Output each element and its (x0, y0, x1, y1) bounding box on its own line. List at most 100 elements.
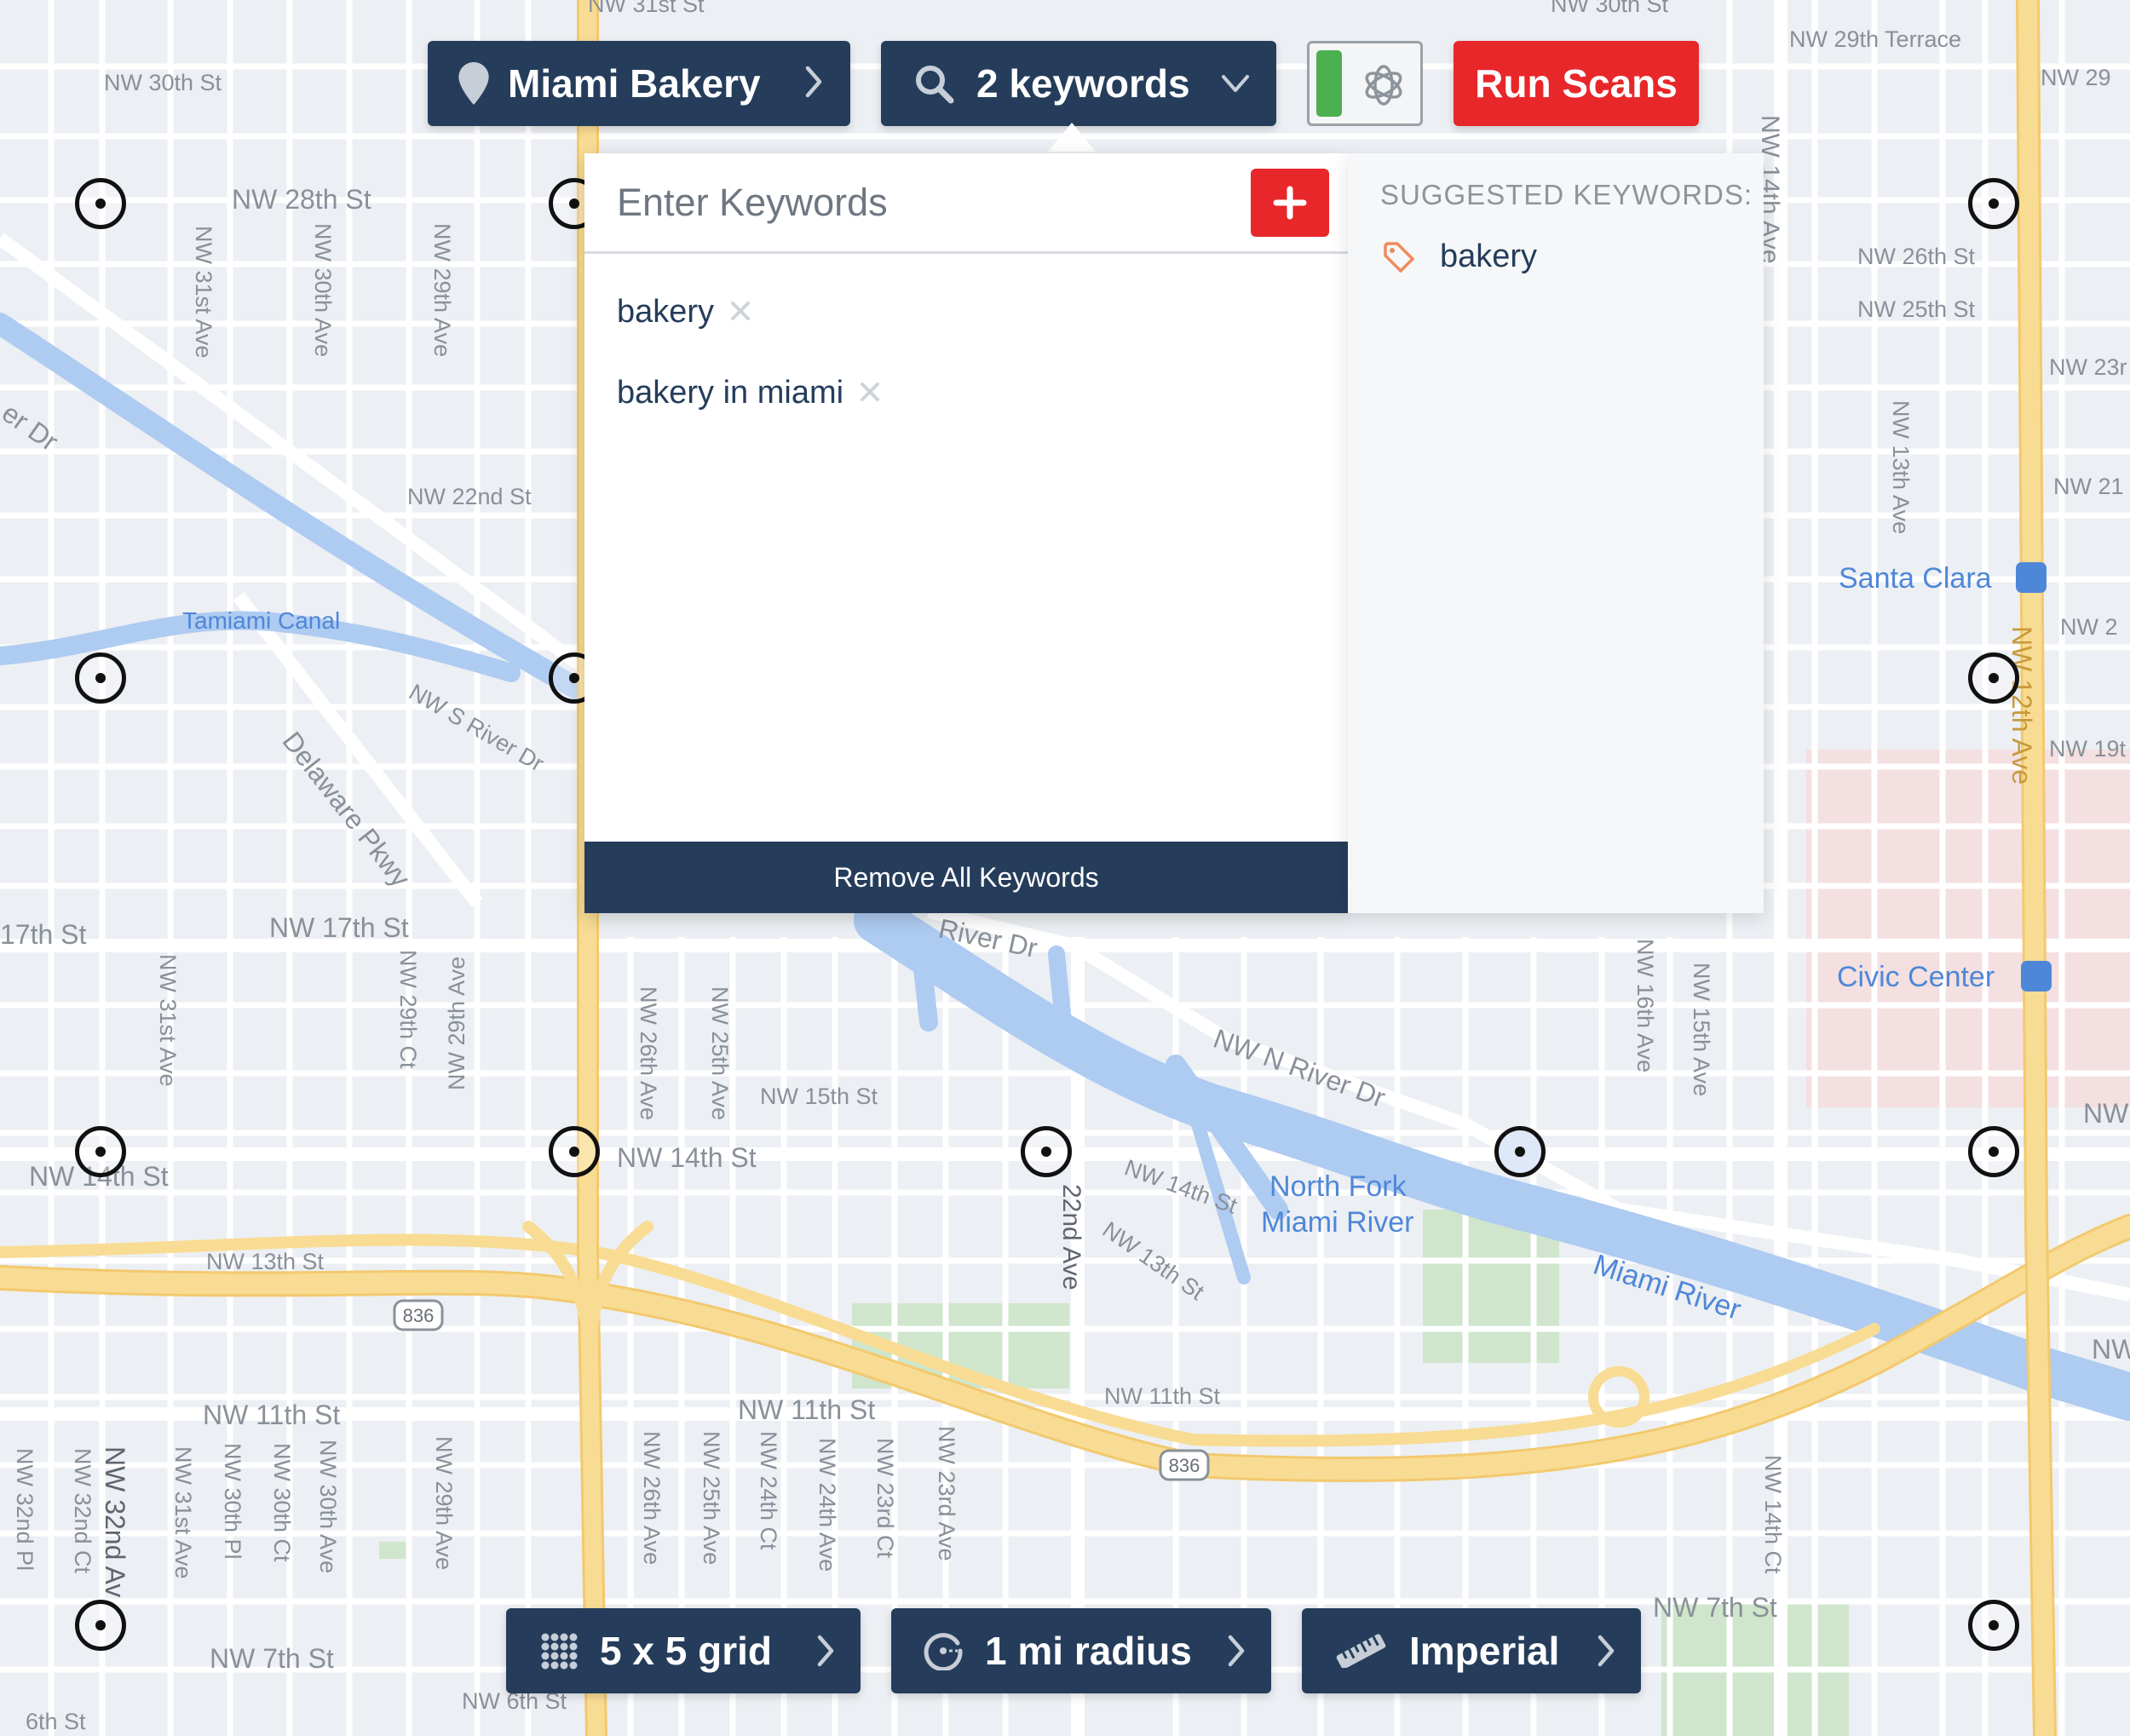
grid-point[interactable] (75, 652, 126, 704)
highway-shield-text: 836 (403, 1305, 435, 1326)
grid-point[interactable] (1494, 1126, 1546, 1177)
water-label: Miami River (1261, 1206, 1413, 1239)
street-label: NW 15th Ave (1689, 963, 1714, 1096)
street-label: 6th St (26, 1709, 86, 1734)
water-label: Tamiami Canal (182, 607, 340, 634)
suggested-keyword-text: bakery (1440, 239, 1538, 274)
street-label: NW 31st St (588, 0, 705, 17)
transit-label: Civic Center (1837, 961, 1995, 993)
street-label: NW 13th Ave (1888, 400, 1914, 534)
keyword-item: bakery in miami (617, 375, 881, 411)
street-label: NW 16th Ave (1632, 939, 1658, 1072)
street-label: NW 31st Ave (170, 1446, 196, 1579)
street-label: NW 29th Ct (395, 950, 421, 1069)
street-label: NW 30th Ct (269, 1443, 295, 1562)
suggested-keyword-item[interactable]: bakery (1382, 239, 1537, 275)
remove-all-keywords-button[interactable]: Remove All Keywords (584, 842, 1348, 913)
highway-shield-text: 836 (1169, 1455, 1200, 1476)
add-keyword-button[interactable] (1251, 169, 1329, 237)
chevron-right-icon (1227, 1634, 1246, 1668)
keywords-button[interactable]: 2 keywords (881, 41, 1276, 126)
street-label: NW 23rd Ct (872, 1438, 898, 1559)
dropdown-pointer (1048, 123, 1096, 152)
keyword-text: bakery (617, 294, 715, 330)
street-label: NW 30th Ave (315, 1440, 341, 1573)
run-scans-button[interactable]: Run Scans (1454, 41, 1699, 126)
street-label: NW 2 (2060, 614, 2118, 640)
keyword-input-row (584, 153, 1348, 254)
street-label: NW 7th St (1653, 1592, 1777, 1623)
grid-point[interactable] (1968, 1126, 2019, 1177)
grid-point[interactable] (1968, 1600, 2019, 1651)
street-label: NW 11th St (1104, 1383, 1221, 1409)
chevron-right-icon (1597, 1634, 1615, 1668)
street-label: NW 29th Ave (444, 957, 469, 1090)
street-label: NW 32nd Pl (12, 1448, 37, 1571)
run-scans-label: Run Scans (1475, 61, 1678, 106)
radius-button[interactable]: 1 mi radius (891, 1608, 1271, 1693)
water-label: North Fork (1269, 1170, 1408, 1203)
street-label: NW 26th Ave (636, 986, 661, 1120)
ai-toggle[interactable] (1307, 41, 1423, 126)
units-button[interactable]: Imperial (1302, 1608, 1641, 1693)
street-label: NW 31st Ave (155, 954, 181, 1087)
suggested-keywords-panel: SUGGESTED KEYWORDS: bakery (1348, 153, 1764, 913)
keyword-input[interactable] (617, 180, 1213, 225)
street-label: NW 23rd Ave (934, 1426, 959, 1561)
location-button[interactable]: Miami Bakery (428, 41, 850, 126)
tag-icon (1382, 240, 1416, 274)
units-label: Imperial (1409, 1629, 1560, 1673)
chevron-down-icon (1220, 68, 1251, 99)
street-label: NW 24th Ct (756, 1431, 781, 1550)
street-label: NW (2092, 1334, 2130, 1365)
street-label: NW 28th St (232, 184, 371, 215)
grid-point[interactable] (1968, 178, 2019, 229)
grid-dots-icon (540, 1632, 578, 1670)
street-label: NW 11th St (203, 1400, 340, 1430)
street-label: NW 15th St (760, 1084, 878, 1109)
street-label: NW 25th Ave (699, 1431, 724, 1565)
street-label: NW 32nd Ct (70, 1448, 95, 1574)
street-label: NW 22nd St (407, 484, 532, 509)
street-label: NW 19t (2049, 736, 2127, 762)
toggle-on-indicator (1316, 50, 1342, 117)
openai-icon (1357, 59, 1410, 116)
map-pin-icon (458, 62, 489, 105)
grid-point[interactable] (75, 1600, 126, 1651)
grid-point[interactable] (1968, 652, 2019, 704)
street-label: NW 29th Terrace (1789, 26, 1961, 52)
grid-point[interactable] (75, 1126, 126, 1177)
transit-label: Santa Clara (1839, 562, 1992, 595)
street-label: NW 14th Ct (1760, 1455, 1786, 1574)
remove-keyword-close-icon[interactable] (729, 294, 751, 331)
street-label: NW 25th Ave (707, 986, 733, 1120)
street-label: NW 32nd Av (100, 1446, 130, 1597)
grid-point[interactable] (549, 1126, 600, 1177)
street-label: NW 25th St (1857, 296, 1976, 322)
street-label: NW 30th St (104, 70, 222, 95)
ruler-icon (1334, 1634, 1387, 1668)
remove-keyword-close-icon[interactable] (859, 375, 881, 411)
street-label: NW 13th St (206, 1249, 325, 1274)
plus-icon (1273, 186, 1307, 220)
street-label: NW 30th Ave (310, 223, 336, 357)
location-label: Miami Bakery (508, 61, 761, 106)
street-label: NW 12th Ave (2006, 626, 2037, 785)
street-label: NW 31st Ave (191, 226, 216, 359)
grid-size-label: 5 x 5 grid (600, 1629, 772, 1673)
search-icon (913, 63, 954, 104)
grid-point[interactable] (75, 178, 126, 229)
grid-size-button[interactable]: 5 x 5 grid (506, 1608, 861, 1693)
street-label: NW 26th St (1857, 244, 1976, 269)
chevron-right-icon (804, 65, 823, 99)
street-label: NW 30th Pl (220, 1443, 245, 1560)
radius-label: 1 mi radius (985, 1629, 1192, 1673)
radius-icon (924, 1631, 963, 1670)
street-label: NW 30th St (1551, 0, 1669, 17)
street-label: NW 14th St (617, 1142, 757, 1173)
grid-point[interactable] (1021, 1126, 1072, 1177)
keyword-item: bakery (617, 294, 751, 331)
street-label: NW 29th Ave (431, 1436, 457, 1570)
street-label: 22nd Ave (1057, 1184, 1085, 1291)
street-label: NW 29th Ave (429, 223, 455, 357)
